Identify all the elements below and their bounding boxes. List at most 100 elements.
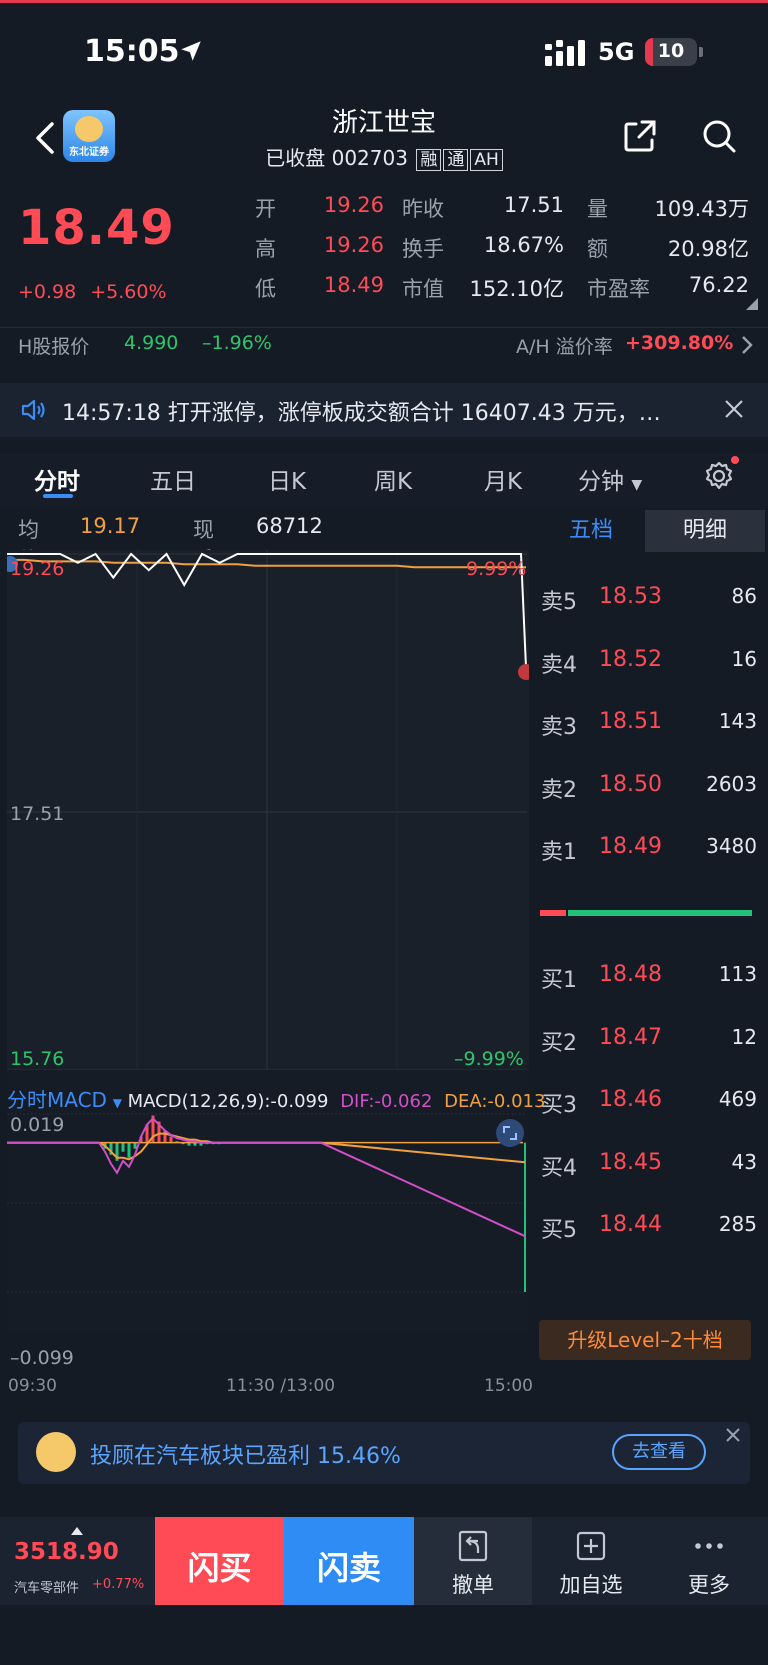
level-price: 18.46 (599, 1087, 662, 1112)
quote-label: 额 (587, 237, 608, 261)
quote-label: 低 (255, 277, 276, 301)
ask-level-row[interactable]: 卖2 18.50 2603 (533, 772, 765, 812)
quote-value: 18.67% (483, 233, 564, 257)
more-button[interactable]: 更多 (650, 1517, 768, 1605)
upgrade-level2-button[interactable]: 升级Level–2十档 (539, 1320, 751, 1360)
level-volume: 113 (718, 962, 757, 986)
level-volume: 86 (731, 584, 757, 608)
bid-level-row[interactable]: 买4 18.45 43 (533, 1150, 765, 1190)
news-ticker[interactable]: 14:57:18 打开涨停，涨停板成交额合计 16407.43 万元，… (0, 383, 768, 437)
sector-index-value[interactable]: 3518.90 (14, 1539, 119, 1565)
tab-daily-k[interactable]: 日K (268, 462, 306, 496)
ask-level-row[interactable]: 卖4 18.52 16 (533, 647, 765, 687)
add-square-icon (576, 1531, 606, 1561)
share-icon[interactable] (622, 118, 658, 154)
tag-connect: 通 (443, 149, 469, 171)
promo-banner[interactable]: 投顾在汽车板块已盈利 15.46% 去查看 (18, 1422, 750, 1484)
level-volume: 12 (731, 1024, 757, 1049)
level-label: 卖1 (541, 840, 577, 865)
tab-five-levels[interactable]: 五档 (533, 510, 649, 552)
macd-header: 分时MACD ▼ MACD(12,26,9):-0.099 DIF:-0.062… (7, 1084, 545, 1113)
level-volume: 285 (718, 1212, 757, 1236)
macd-axis-top: 0.019 (10, 1114, 65, 1136)
gear-icon[interactable] (703, 460, 735, 492)
close-icon[interactable] (724, 1426, 742, 1444)
quote-value: 19.26 (323, 233, 384, 257)
bid-level-row[interactable]: 买3 18.46 469 (533, 1087, 765, 1127)
quote-row: 低 18.49 市值 152.10亿 市盈率 76.22 (0, 273, 768, 313)
add-watchlist-label: 加自选 (559, 1573, 623, 1597)
status-bar: 15:05 5G 10 (0, 0, 768, 100)
level-price: 18.44 (599, 1212, 662, 1237)
bid-level-row[interactable]: 买5 18.44 285 (533, 1212, 765, 1252)
macd-title[interactable]: 分时MACD (7, 1088, 107, 1112)
tab-minute[interactable]: 分钟 ▼ (578, 462, 642, 496)
tab-minute-label: 分钟 (578, 469, 624, 495)
network-type: 5G (598, 38, 635, 66)
level-volume: 143 (718, 709, 757, 733)
tab-intraday[interactable]: 分时 (34, 462, 80, 496)
current-volume-value: 68712 (256, 514, 323, 538)
cancel-order-button[interactable]: 撤单 (414, 1517, 532, 1605)
level-price: 18.51 (599, 709, 662, 734)
tab-weekly-k[interactable]: 周K (374, 462, 412, 496)
level-price: 18.47 (599, 1024, 662, 1050)
level-label: 买5 (541, 1218, 577, 1243)
expand-chart-icon (496, 1119, 524, 1147)
ask-level-row[interactable]: 卖5 18.53 86 (533, 584, 765, 624)
chart-tabs: 分时 五日 日K 周K 月K 分钟 ▼ (0, 454, 768, 508)
battery-tip (699, 47, 703, 57)
ask-level-row[interactable]: 卖1 18.49 3480 (533, 834, 765, 874)
quote-label: 市盈率 (587, 277, 650, 301)
add-watchlist-button[interactable]: 加自选 (532, 1517, 650, 1605)
bid-level-row[interactable]: 买2 18.47 12 (533, 1025, 765, 1065)
sell-ratio-bar (540, 910, 566, 916)
level-price: 18.50 (599, 771, 662, 797)
bid-level-row[interactable]: 买1 18.48 113 (533, 962, 765, 1002)
bottom-toolbar: 3518.90 汽车零部件 +0.77% 闪买 闪卖 撤单 加自选 更多 (0, 1517, 768, 1605)
time-label-noon: 11:30 /13:00 (226, 1376, 336, 1396)
price-axis-bottom: 15.76 (10, 1048, 65, 1070)
macd-dif: DIF:-0.062 (340, 1091, 433, 1112)
h-share-label: H股报价 (18, 336, 90, 358)
h-share-change: –1.96% (202, 332, 272, 354)
tag-margin: 融 (416, 149, 442, 171)
quote-label: 量 (587, 197, 608, 221)
sector-index-name: 汽车零部件 (14, 1581, 80, 1596)
tab-details[interactable]: 明细 (645, 510, 765, 552)
quote-value: 109.43万 (654, 197, 749, 221)
level-label: 卖4 (541, 652, 577, 678)
macd-caret-icon[interactable]: ▼ (113, 1096, 122, 1110)
h-share-row[interactable]: H股报价 4.990 –1.96% A/H 溢价率 +309.80% (0, 332, 768, 372)
ask-level-row[interactable]: 卖3 18.51 143 (533, 709, 765, 749)
expand-corner-icon[interactable] (746, 298, 758, 310)
intraday-chart[interactable] (7, 550, 529, 1330)
price-axis-top: 19.26 (10, 558, 65, 580)
search-icon[interactable] (701, 118, 737, 154)
more-label: 更多 (688, 1573, 730, 1597)
close-icon[interactable] (722, 397, 746, 421)
tab-monthly-k[interactable]: 月K (484, 462, 522, 496)
chevron-right-icon (742, 336, 753, 354)
quote-label: 昨收 (402, 197, 444, 221)
home-indicator-area (0, 1605, 768, 1665)
location-icon (181, 41, 201, 61)
flash-buy-button[interactable]: 闪买 (155, 1517, 284, 1605)
promo-view-button[interactable]: 去查看 (612, 1434, 706, 1470)
divider (0, 327, 768, 328)
time-label-close: 15:00 (484, 1376, 533, 1396)
tab-five-day[interactable]: 五日 (150, 462, 196, 496)
flash-sell-button[interactable]: 闪卖 (284, 1517, 414, 1605)
quote-row: 开 19.26 昨收 17.51 量 109.43万 (0, 193, 768, 233)
price-panel-bg (7, 550, 529, 1072)
macd-params: MACD(12,26,9):-0.099 (127, 1091, 329, 1112)
quote-value: 76.22 (688, 273, 749, 297)
level-volume: 16 (731, 646, 757, 671)
quote-label: 开 (255, 197, 276, 221)
tag-ah: AH (470, 149, 503, 171)
notification-dot (731, 456, 739, 464)
level-volume: 469 (718, 1087, 757, 1111)
macd-axis-bottom: –0.099 (10, 1347, 74, 1369)
ah-premium-value: +309.80% (625, 332, 734, 354)
flash-buy-label: 闪买 (187, 1549, 252, 1587)
